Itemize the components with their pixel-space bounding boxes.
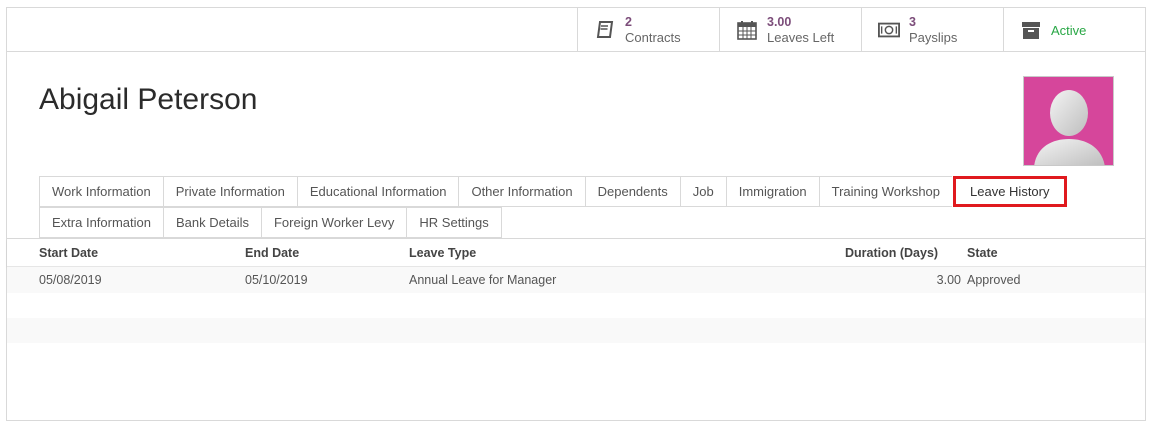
column-end-date[interactable]: End Date [245, 246, 299, 260]
table-row[interactable]: 05/08/2019 05/10/2019 Annual Leave for M… [7, 267, 1145, 293]
payslips-label: Payslips [909, 30, 958, 45]
column-state[interactable]: State [967, 246, 998, 260]
cell-leave-type: Annual Leave for Manager [409, 273, 557, 287]
cell-duration: 3.00 [936, 273, 961, 287]
tab-training-workshop[interactable]: Training Workshop [818, 176, 953, 207]
payslips-count: 3 [909, 15, 916, 29]
cell-state: Approved [967, 273, 1021, 287]
empty-row [7, 293, 1145, 318]
employee-avatar[interactable] [1023, 76, 1114, 166]
tab-foreign-worker-levy[interactable]: Foreign Worker Levy [260, 207, 407, 238]
tab-other-information[interactable]: Other Information [458, 176, 585, 207]
active-toggle-button[interactable]: Active [1003, 8, 1145, 52]
leaves-left-label: Leaves Left [767, 30, 835, 45]
tab-hr-settings[interactable]: HR Settings [406, 207, 502, 238]
employee-form-sheet: 2 Contracts 3.00 Leaves Left 3 Payslips Act… [6, 7, 1146, 421]
contracts-button[interactable]: 2 Contracts [577, 8, 719, 52]
tab-work-information[interactable]: Work Information [39, 176, 163, 207]
calendar-icon [736, 19, 758, 41]
column-leave-type[interactable]: Leave Type [409, 246, 476, 260]
payslips-button[interactable]: 3 Payslips [861, 8, 1003, 52]
tab-row-2: Extra Information Bank Details Foreign W… [39, 207, 502, 238]
smart-button-box: 2 Contracts 3.00 Leaves Left 3 Payslips Act… [7, 8, 1145, 52]
tab-extra-information[interactable]: Extra Information [39, 207, 163, 238]
leaves-left-button[interactable]: 3.00 Leaves Left [719, 8, 861, 52]
book-icon [594, 19, 616, 41]
avatar-placeholder-icon [1034, 90, 1105, 165]
table-header: Start Date End Date Leave Type Duration … [7, 239, 1145, 267]
column-duration[interactable]: Duration (Days) [845, 246, 938, 260]
tab-immigration[interactable]: Immigration [725, 176, 819, 207]
tab-private-information[interactable]: Private Information [162, 176, 297, 207]
tab-bank-details[interactable]: Bank Details [163, 207, 261, 238]
money-icon [878, 19, 900, 41]
archive-icon [1020, 19, 1042, 41]
contracts-label: Contracts [625, 30, 681, 45]
tab-dependents[interactable]: Dependents [584, 176, 680, 207]
employee-name[interactable]: Abigail Peterson [39, 83, 257, 117]
tab-leave-history[interactable]: Leave History [953, 176, 1067, 207]
cell-start-date: 05/08/2019 [39, 273, 102, 287]
leave-history-table: Start Date End Date Leave Type Duration … [7, 239, 1145, 343]
leaves-left-count: 3.00 [767, 15, 792, 29]
tab-row-1: Work Information Private Information Edu… [39, 176, 1067, 207]
contracts-count: 2 [625, 15, 632, 29]
tab-educational-information[interactable]: Educational Information [296, 176, 459, 207]
cell-end-date: 05/10/2019 [245, 273, 308, 287]
active-status-label: Active [1051, 22, 1087, 38]
tab-job[interactable]: Job [679, 176, 726, 207]
column-start-date[interactable]: Start Date [39, 246, 98, 260]
empty-row [7, 318, 1145, 343]
